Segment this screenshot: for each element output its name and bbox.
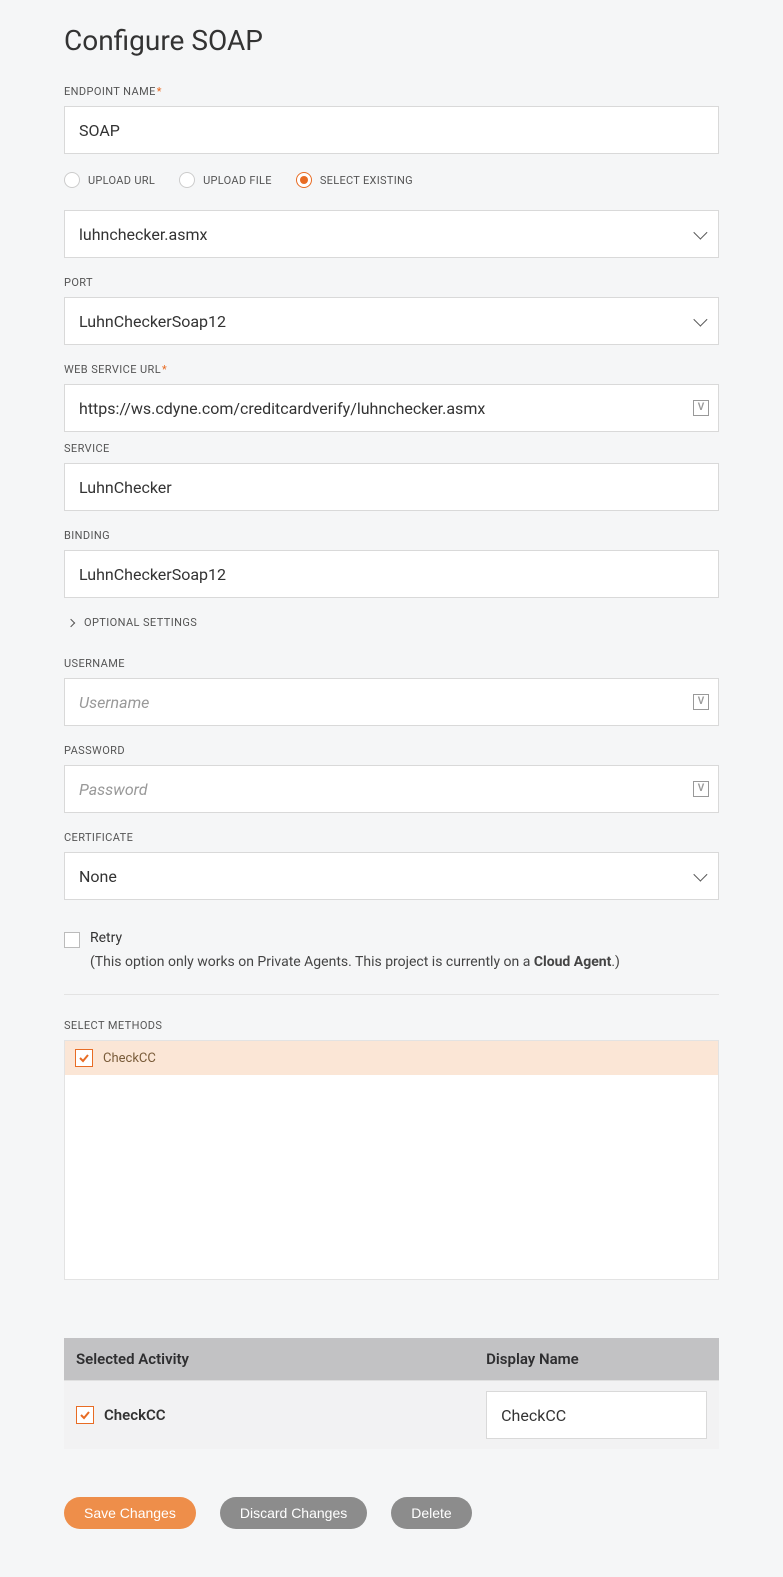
password-label: PASSWORD <box>64 744 719 757</box>
service-label: SERVICE <box>64 442 719 455</box>
retry-label: Retry <box>90 930 122 946</box>
display-name-input[interactable] <box>486 1391 707 1439</box>
username-input[interactable] <box>64 678 719 726</box>
binding-input[interactable] <box>64 550 719 598</box>
method-row[interactable]: CheckCC <box>65 1041 718 1075</box>
method-checkbox[interactable] <box>75 1049 93 1067</box>
variable-icon[interactable]: V <box>693 694 709 710</box>
save-button[interactable]: Save Changes <box>64 1497 196 1529</box>
retry-checkbox[interactable] <box>64 932 80 948</box>
endpoint-name-label: ENDPOINT NAME* <box>64 85 719 98</box>
page-title: Configure SOAP <box>64 24 719 57</box>
divider <box>64 994 719 995</box>
radio-upload-url[interactable]: UPLOAD URL <box>64 172 155 188</box>
variable-icon[interactable]: V <box>693 781 709 797</box>
wsdl-file-select[interactable]: luhnchecker.asmx <box>64 210 719 258</box>
chevron-right-icon <box>67 618 75 626</box>
table-row: CheckCC <box>64 1380 719 1449</box>
chevron-down-icon <box>693 868 707 882</box>
service-input[interactable] <box>64 463 719 511</box>
web-service-url-label: WEB SERVICE URL* <box>64 363 719 376</box>
col-selected-activity: Selected Activity <box>76 1350 486 1368</box>
selected-activity-table: Selected Activity Display Name CheckCC <box>64 1338 719 1449</box>
variable-icon[interactable]: V <box>693 400 709 416</box>
methods-listbox[interactable]: CheckCC <box>64 1040 719 1280</box>
web-service-url-input[interactable] <box>64 384 719 432</box>
endpoint-name-input[interactable] <box>64 106 719 154</box>
port-select[interactable]: LuhnCheckerSoap12 <box>64 297 719 345</box>
select-methods-label: SELECT METHODS <box>64 1019 719 1032</box>
chevron-down-icon <box>693 313 707 327</box>
radio-upload-file[interactable]: UPLOAD FILE <box>179 172 272 188</box>
retry-note: (This option only works on Private Agent… <box>90 954 719 970</box>
radio-select-existing[interactable]: SELECT EXISTING <box>296 172 413 188</box>
certificate-label: CERTIFICATE <box>64 831 719 844</box>
discard-button[interactable]: Discard Changes <box>220 1497 367 1529</box>
delete-button[interactable]: Delete <box>391 1497 471 1529</box>
method-name: CheckCC <box>103 1051 156 1066</box>
password-input[interactable] <box>64 765 719 813</box>
chevron-down-icon <box>693 226 707 240</box>
port-label: PORT <box>64 276 719 289</box>
optional-settings-toggle[interactable]: OPTIONAL SETTINGS <box>68 616 719 629</box>
activity-checkbox[interactable] <box>76 1406 94 1424</box>
activity-name: CheckCC <box>104 1406 166 1424</box>
wsdl-source-radio-group: UPLOAD URL UPLOAD FILE SELECT EXISTING <box>64 172 719 188</box>
col-display-name: Display Name <box>486 1350 707 1368</box>
certificate-select[interactable]: None <box>64 852 719 900</box>
binding-label: BINDING <box>64 529 719 542</box>
username-label: USERNAME <box>64 657 719 670</box>
